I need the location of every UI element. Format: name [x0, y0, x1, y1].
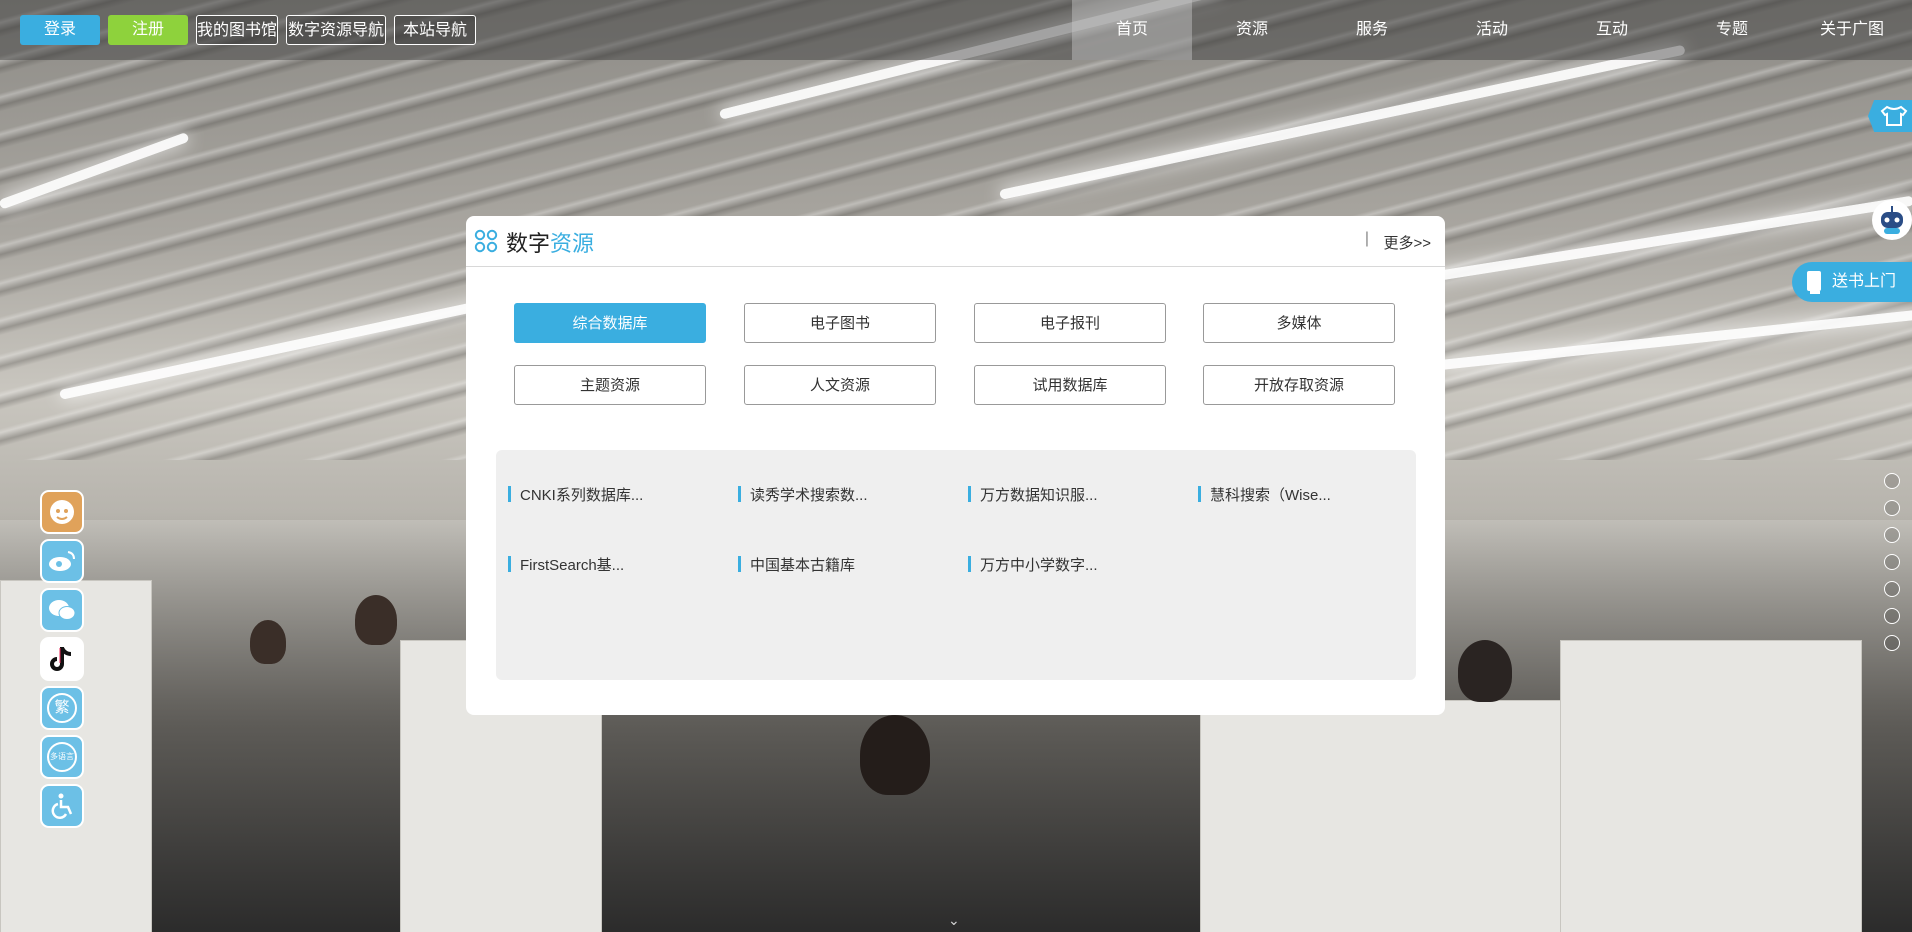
page-indicator-dot[interactable]: [1884, 635, 1900, 651]
apps-grid-icon: [474, 229, 498, 253]
multilanguage-button[interactable]: 多语言: [40, 735, 84, 779]
page-indicator-dot[interactable]: [1884, 554, 1900, 570]
page-indicator-dot[interactable]: [1884, 608, 1900, 624]
category-ebooks[interactable]: 电子图书: [744, 303, 936, 343]
page-indicator-dot[interactable]: [1884, 581, 1900, 597]
page-indicator-dot[interactable]: [1884, 500, 1900, 516]
shirt-icon: [1880, 105, 1908, 126]
person: [1458, 640, 1512, 702]
nav-services[interactable]: 服务: [1312, 0, 1432, 60]
book-delivery-button[interactable]: 送书上门: [1792, 262, 1912, 302]
resource-item[interactable]: 读秀学术搜索数...: [738, 484, 868, 504]
category-topic-resources[interactable]: 主题资源: [514, 365, 706, 405]
login-button[interactable]: 登录: [20, 15, 100, 45]
person: [250, 620, 286, 664]
category-multimedia[interactable]: 多媒体: [1203, 303, 1395, 343]
wheelchair-icon: [51, 793, 73, 819]
category-humanities[interactable]: 人文资源: [744, 365, 936, 405]
weibo-logo-icon: [49, 551, 75, 571]
resource-list: CNKI系列数据库... 读秀学术搜索数... 万方数据知识服... 慧科搜索（…: [496, 450, 1416, 680]
person: [860, 715, 930, 795]
robot-icon: [1881, 206, 1903, 234]
top-bar: 登录 注册 我的图书馆 数字资源导航 本站导航 首页 资源 服务 活动 互动 专…: [0, 0, 1912, 60]
multilanguage-label: 多语言: [47, 742, 77, 772]
my-library-button[interactable]: 我的图书馆: [196, 15, 278, 45]
wechat-icon[interactable]: [40, 588, 84, 632]
chatbot-robot-icon[interactable]: [1872, 200, 1912, 240]
digital-resource-nav-button[interactable]: 数字资源导航: [286, 15, 386, 45]
register-button[interactable]: 注册: [108, 15, 188, 45]
panel-header: 数字资源 | 更多>>: [466, 216, 1445, 267]
resource-item[interactable]: FirstSearch基...: [508, 554, 624, 574]
face-icon: [50, 500, 74, 524]
nav-activities[interactable]: 活动: [1432, 0, 1552, 60]
resource-item[interactable]: 中国基本古籍库: [738, 554, 855, 574]
category-comprehensive-db[interactable]: 综合数据库: [514, 303, 706, 343]
weibo-icon[interactable]: [40, 539, 84, 583]
more-link[interactable]: 更多>>: [1383, 232, 1431, 253]
book-icon: [1807, 271, 1821, 294]
skin-switch-tab[interactable]: [1868, 100, 1912, 132]
nav-home[interactable]: 首页: [1072, 0, 1192, 60]
scroll-down-icon[interactable]: ⌄: [948, 912, 960, 929]
nav-about[interactable]: 关于广图: [1792, 0, 1912, 60]
cubicle-panel: [1560, 640, 1862, 932]
assistant-face-icon[interactable]: [40, 490, 84, 534]
traditional-chinese-label: 繁: [47, 693, 77, 723]
accessibility-icon[interactable]: [40, 784, 84, 828]
resource-item[interactable]: 慧科搜索（Wise...: [1198, 484, 1331, 504]
page-indicator-dot[interactable]: [1884, 527, 1900, 543]
book-delivery-label: 送书上门: [1832, 273, 1897, 290]
category-trial-db[interactable]: 试用数据库: [974, 365, 1166, 405]
nav-topics[interactable]: 专题: [1672, 0, 1792, 60]
page-indicator-dot[interactable]: [1884, 473, 1900, 489]
nav-interaction[interactable]: 互动: [1552, 0, 1672, 60]
main-nav: 首页 资源 服务 活动 互动 专题 关于广图: [1072, 0, 1912, 60]
tiktok-icon[interactable]: [40, 637, 84, 681]
resource-item[interactable]: CNKI系列数据库...: [508, 484, 643, 504]
category-open-access[interactable]: 开放存取资源: [1203, 365, 1395, 405]
site-nav-button[interactable]: 本站导航: [394, 15, 476, 45]
nav-resources[interactable]: 资源: [1192, 0, 1312, 60]
wechat-logo-icon: [49, 600, 76, 620]
person: [355, 595, 397, 645]
category-enewspapers[interactable]: 电子报刊: [974, 303, 1166, 343]
more-separator: |: [1364, 230, 1369, 247]
tiktok-logo-icon: [50, 647, 72, 671]
traditional-chinese-button[interactable]: 繁: [40, 686, 84, 730]
digital-resources-panel: 数字资源 | 更多>> 综合数据库 电子图书 电子报刊 多媒体 主题资源 人文资…: [466, 216, 1445, 715]
panel-title: 数字资源: [506, 231, 595, 256]
resource-item[interactable]: 万方数据知识服...: [968, 484, 1098, 504]
resource-item[interactable]: 万方中小学数字...: [968, 554, 1098, 574]
